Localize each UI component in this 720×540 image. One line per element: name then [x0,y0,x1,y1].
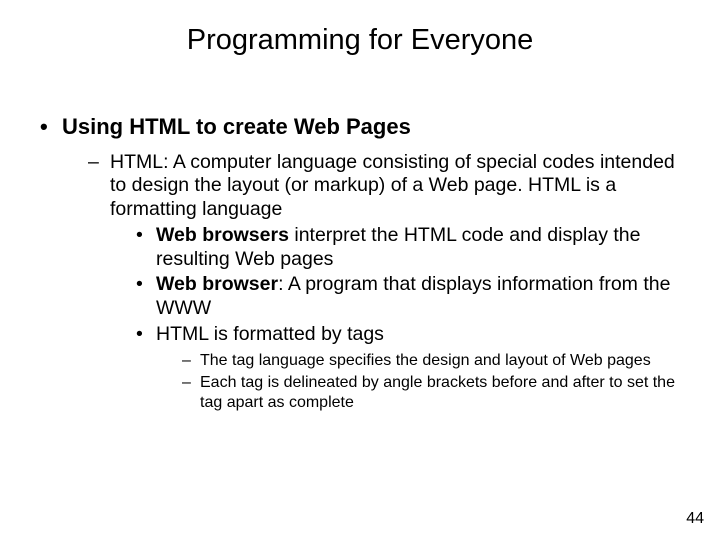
lvl3-c-text: HTML is formatted by tags [156,323,384,345]
bullet-list-lvl2: HTML: A computer language consisting of … [62,151,680,413]
bullet-list-lvl1: Using HTML to create Web Pages HTML: A c… [0,113,720,413]
lvl3-item-c: HTML is formatted by tags The tag langua… [136,323,680,413]
lvl1-heading: Using HTML to create Web Pages [62,114,411,139]
slide: Programming for Everyone Using HTML to c… [0,0,720,540]
lvl2-definition: HTML: A computer language consisting of … [110,151,675,221]
bullet-list-lvl3: Web browsers interpret the HTML code and… [110,224,680,413]
lvl4-item-b: Each tag is delineated by angle brackets… [182,373,680,413]
page-number: 44 [686,510,704,528]
lvl4-b-text: Each tag is delineated by angle brackets… [200,374,675,411]
lvl3-item-b: Web browser: A program that displays inf… [136,273,680,321]
bullet-list-lvl4: The tag language specifies the design an… [156,351,680,413]
lvl4-item-a: The tag language specifies the design an… [182,351,680,371]
lvl4-a-text: The tag language specifies the design an… [200,352,651,369]
lvl1-item: Using HTML to create Web Pages HTML: A c… [40,113,680,413]
lvl3-item-a: Web browsers interpret the HTML code and… [136,224,680,272]
lvl3-a-bold: Web browsers [156,224,289,246]
slide-title: Programming for Everyone [0,0,720,57]
lvl3-b-bold: Web browser [156,273,278,295]
lvl2-item: HTML: A computer language consisting of … [88,151,680,413]
